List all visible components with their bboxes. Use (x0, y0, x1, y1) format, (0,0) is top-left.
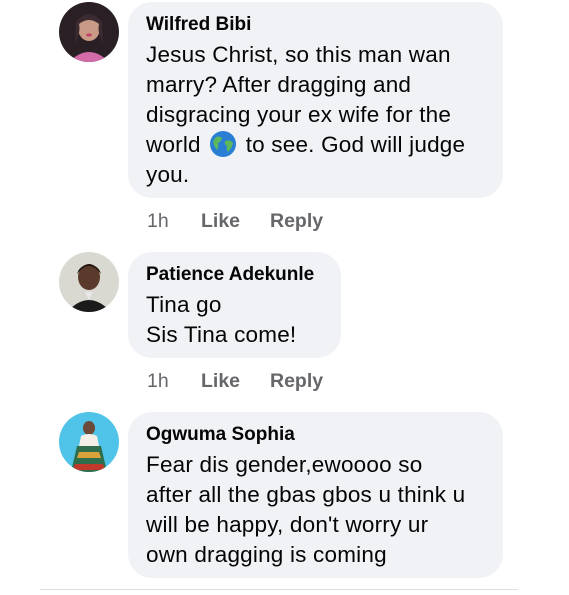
comment-line: world to see. God will judge (146, 130, 485, 160)
reply-button[interactable]: Reply (270, 370, 323, 393)
comment-line: Jesus Christ, so this man wan (146, 42, 451, 67)
comment-line: Tina go (146, 292, 222, 317)
comment-author[interactable]: Patience Adekunle (146, 264, 323, 286)
comment-words: to see. God will judge (245, 132, 466, 157)
avatar-photo (59, 412, 119, 472)
comment-line: after all the gbas gbos u think u (146, 482, 466, 507)
globe-emoji-icon (209, 130, 237, 158)
comment-author[interactable]: Ogwuma Sophia (146, 424, 485, 446)
comment-text: Fear dis gender,ewoooo so after all the … (146, 450, 485, 570)
comment-text: Jesus Christ, so this man wan marry? Aft… (146, 40, 485, 190)
comment-line: disgracing your ex wife for the (146, 102, 452, 127)
avatar-photo (59, 252, 119, 312)
comment-line: Sis Tina come! (146, 322, 297, 347)
reply-button[interactable]: Reply (270, 210, 323, 233)
like-button[interactable]: Like (201, 370, 270, 393)
comment-time: 1h (147, 370, 169, 392)
comment-bubble: Ogwuma Sophia Fear dis gender,ewoooo so … (128, 412, 503, 578)
comment-actions: 1h Like Reply (147, 210, 323, 233)
comment-text: Tina go Sis Tina come! (146, 290, 323, 350)
avatar[interactable] (59, 252, 119, 312)
comment-author[interactable]: Wilfred Bibi (146, 14, 485, 36)
comment-line: Fear dis gender,ewoooo so (146, 452, 423, 477)
comment-line: will be happy, don't worry ur (146, 512, 429, 537)
comment-time: 1h (147, 210, 169, 232)
comment-line: marry? After dragging and (146, 72, 412, 97)
comment-bubble: Patience Adekunle Tina go Sis Tina come! (128, 252, 341, 358)
avatar[interactable] (59, 412, 119, 472)
avatar[interactable] (59, 2, 119, 62)
comment-line: own dragging is coming (146, 542, 387, 567)
avatar-photo (59, 2, 119, 62)
comment-line: you. (146, 162, 190, 187)
comment-word: world (146, 132, 201, 157)
divider (40, 589, 518, 590)
comment-bubble: Wilfred Bibi Jesus Christ, so this man w… (128, 2, 503, 198)
comment-actions: 1h Like Reply (147, 370, 323, 393)
like-button[interactable]: Like (201, 210, 270, 233)
